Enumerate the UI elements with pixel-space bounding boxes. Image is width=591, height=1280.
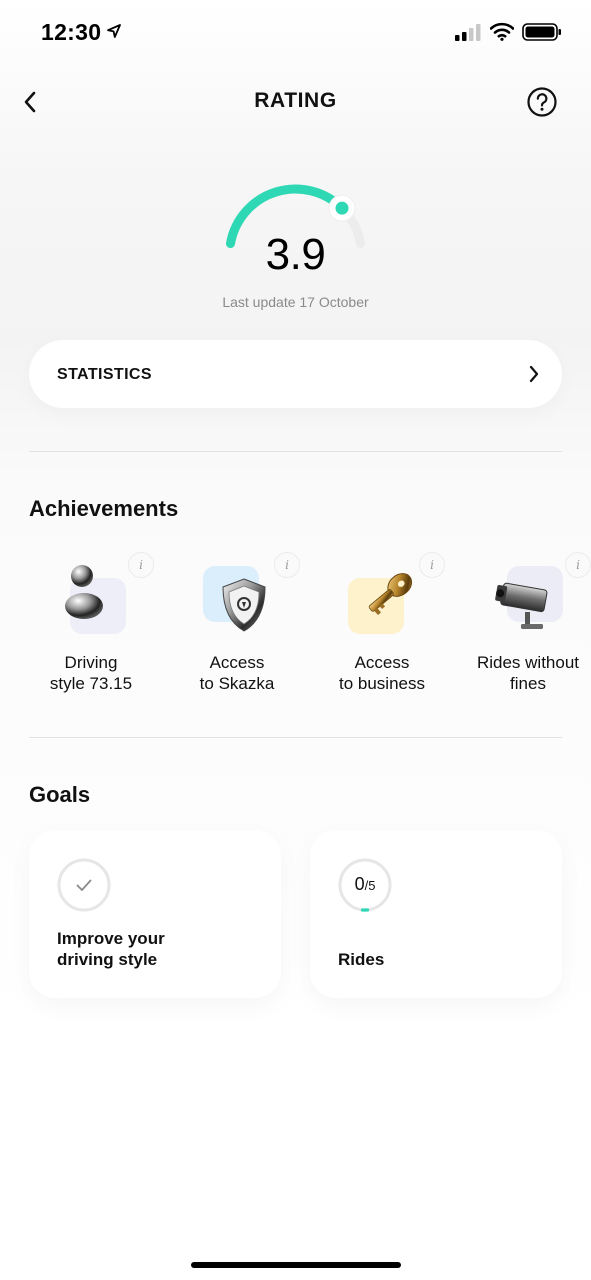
achievement-driving-style[interactable]: i Driving style 73.15 [18,550,164,710]
question-circle-icon[interactable] [526,86,558,118]
divider [29,451,562,452]
driver-figure-icon [65,565,103,619]
achievement-access-business[interactable]: i Access to business [309,550,455,710]
goal-label: Improve your driving style [57,929,165,969]
achievements-title: Achievements [29,496,179,521]
divider [29,737,562,738]
info-icon[interactable]: i [565,552,591,578]
statistics-label: STATISTICS [57,366,152,383]
info-icon[interactable]: i [274,552,300,578]
info-icon[interactable]: i [419,552,445,578]
cellular-signal-icon [455,24,481,41]
key-icon [368,573,413,616]
home-indicator [191,1262,401,1268]
info-icon[interactable]: i [128,552,154,578]
chevron-right-icon [529,365,539,383]
checkmark-icon [57,858,111,912]
achievement-label: Rides without fines [476,653,580,693]
status-bar: 12:30 [0,0,591,64]
achievement-rides-without-fines[interactable]: i Rides without fines [455,550,591,710]
goal-card-rides[interactable]: 0/5 Rides [310,830,562,998]
achievement-label: Access to business [339,653,425,693]
battery-icon [522,23,561,41]
rating-value: 3.9 [265,230,326,279]
last-update-text: Last update 17 October [222,294,369,310]
wifi-icon [490,22,514,41]
achievement-label: Access to Skazka [199,653,275,693]
goal-progress-text: 0/5 [354,874,376,894]
camera-icon [495,582,548,629]
page-title: RATING [254,89,337,112]
shield-icon [222,578,266,632]
nav-bar: RATING [0,78,591,126]
achievement-label: Driving style 73.15 [49,653,133,693]
statistics-button[interactable]: STATISTICS [29,340,562,408]
goals-title: Goals [29,782,91,807]
goal-card-driving-style[interactable]: Improve your driving style [29,830,281,998]
status-time: 12:30 [41,19,102,45]
achievement-access-skazka[interactable]: i Access to Skazka [164,550,310,710]
goal-label: Rides [338,950,385,969]
rating-gauge: 3.9 [210,170,381,280]
location-arrow-icon [107,24,121,38]
